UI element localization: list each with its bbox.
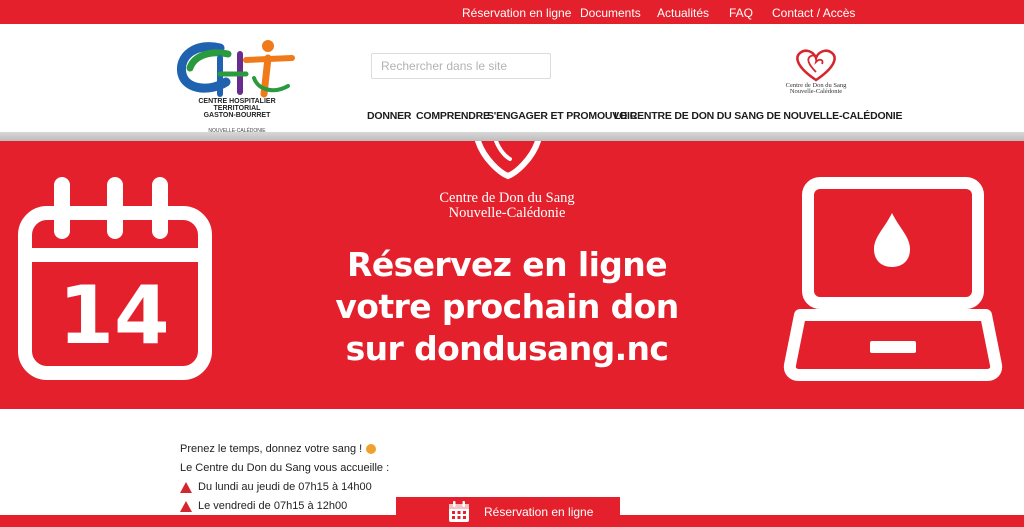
top-link-contact[interactable]: Contact / Accès — [772, 6, 855, 20]
hero-banner[interactable]: 14 Centre de Don du Sang Nouvelle-Calédo… — [0, 141, 1024, 409]
site-header: CENTRE HOSPITALIER TERRITORIAL GASTON-BO… — [0, 24, 1024, 134]
intro-line-2: Le Centre du Don du Sang vous accueille … — [180, 462, 389, 481]
intro-line-1-text: Prenez le temps, donnez votre sang ! — [180, 443, 363, 455]
nav-donner[interactable]: DONNER — [367, 110, 412, 122]
heart-eyes-emoji-icon — [366, 444, 377, 454]
logo-text: CENTRE HOSPITALIER TERRITORIAL GASTON-BO… — [176, 98, 298, 119]
intro-text: Prenez le temps, donnez votre sang ! Le … — [180, 443, 389, 519]
cds-logo[interactable]: Centre de Don du Sang Nouvelle-Calédonie — [784, 48, 848, 96]
banner-headline-line1: Réservez en ligne — [347, 245, 668, 284]
banner-headline-line2: votre prochain don — [335, 287, 679, 326]
cds-logo-line2: Nouvelle-Calédonie — [789, 88, 843, 95]
top-link-documents[interactable]: Documents — [580, 6, 641, 20]
warning-triangle-icon — [180, 501, 192, 512]
banner-org-line1: Centre de Don du Sang — [439, 190, 575, 206]
top-link-faq[interactable]: FAQ — [729, 6, 753, 20]
hours-line-2-text: Le vendredi de 07h15 à 12h00 — [198, 500, 348, 512]
calendar-icon: 14 — [18, 177, 212, 380]
top-bar: Réservation en ligne Documents Actualité… — [0, 0, 1024, 24]
heart-logo-icon — [796, 49, 836, 82]
top-link-actualites[interactable]: Actualités — [657, 6, 709, 20]
header-divider — [0, 132, 1024, 141]
banner-headline-line3: sur dondusang.nc — [345, 329, 669, 368]
search-input[interactable] — [371, 53, 551, 79]
reservation-floating-button[interactable]: Réservation en ligne — [396, 497, 620, 527]
nav-comprendre[interactable]: COMPRENDRE — [416, 110, 490, 122]
calendar-small-icon — [449, 501, 469, 522]
banner-headline: Réservez en ligne votre prochain don sur… — [300, 244, 714, 370]
cds-logo-text: Centre de Don du Sang Nouvelle-Calédonie — [784, 82, 848, 95]
nav-centre[interactable]: LE CENTRE DE DON DU SANG DE NOUVELLE-CAL… — [614, 110, 903, 122]
intro-line-2-text: Le Centre du Don du Sang vous accueille … — [180, 462, 390, 474]
top-link-reservation[interactable]: Réservation en ligne — [462, 6, 571, 20]
intro-line-1: Prenez le temps, donnez votre sang ! — [180, 443, 389, 462]
hours-line-1: Du lundi au jeudi de 07h15 à 14h00 — [180, 481, 389, 500]
banner-heart-icon — [475, 141, 541, 180]
banner-organization: Centre de Don du Sang Nouvelle-Calédonie — [400, 191, 614, 221]
hours-line-1-text: Du lundi au jeudi de 07h15 à 14h00 — [198, 481, 372, 493]
banner-org-line2: Nouvelle-Calédonie — [448, 205, 566, 221]
logo-line1: CENTRE HOSPITALIER TERRITORIAL — [198, 98, 276, 112]
laptop-blood-drop-icon — [783, 177, 1003, 381]
calendar-day-number: 14 — [58, 269, 169, 362]
cht-logo[interactable]: CENTRE HOSPITALIER TERRITORIAL GASTON-BO… — [176, 38, 298, 134]
logo-line2: GASTON-BOURRET — [203, 112, 271, 119]
reservation-button-label: Réservation en ligne — [484, 505, 594, 519]
cht-logo-mark — [176, 40, 295, 98]
warning-triangle-icon — [180, 482, 192, 493]
